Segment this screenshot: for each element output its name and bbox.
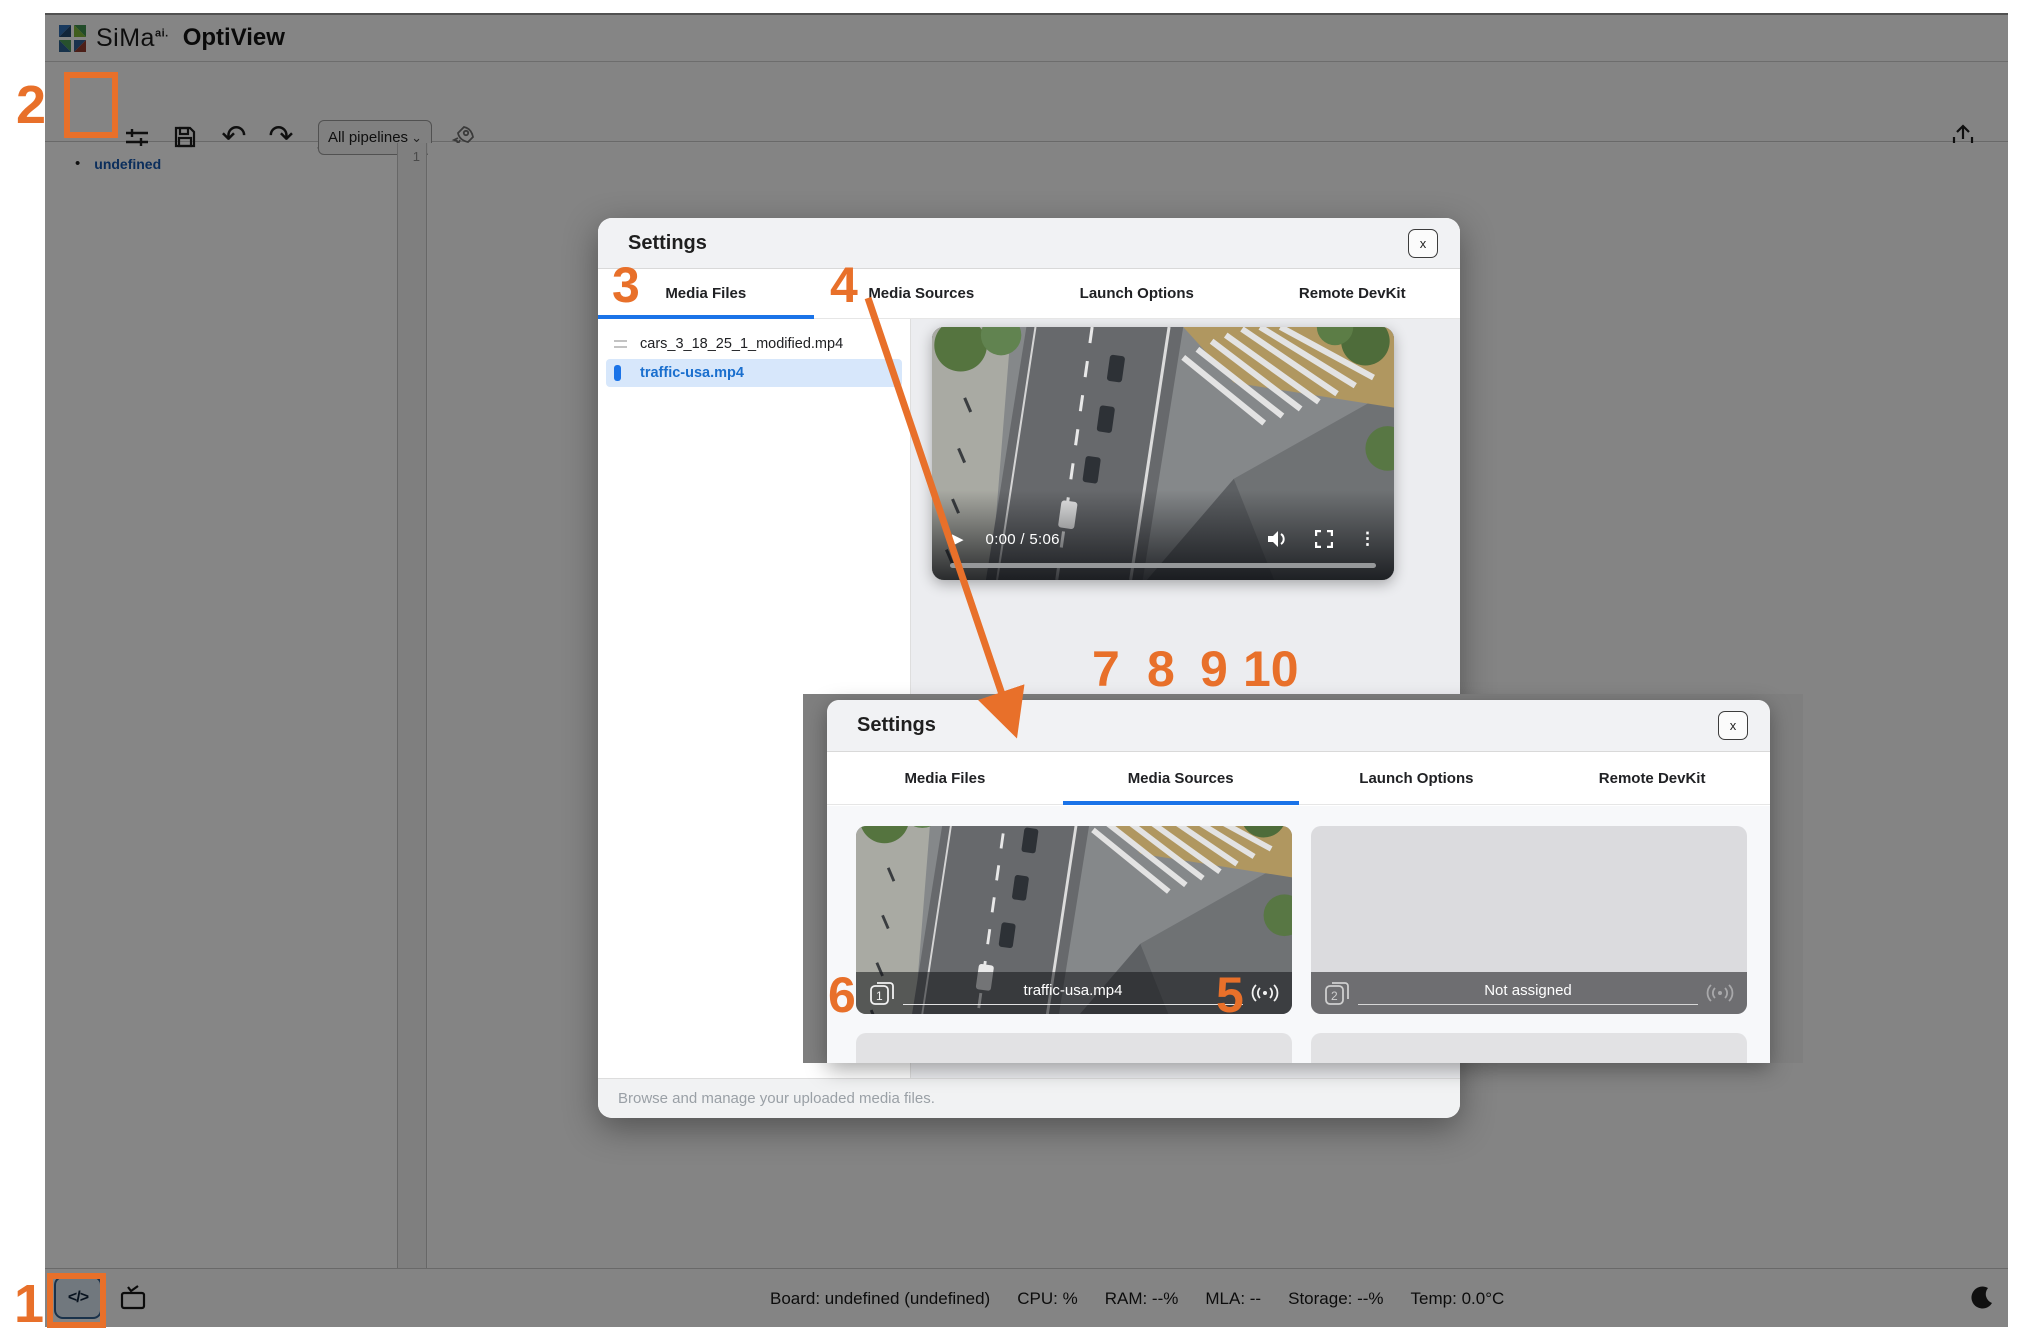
close-icon: x	[1420, 236, 1427, 251]
tab-launch-options[interactable]: Launch Options	[1299, 752, 1535, 804]
tab-remote-devkit[interactable]: Remote DevKit	[1245, 269, 1461, 318]
settings-dialog-media-sources-fragment: Settings x Media Files Media Sources Lau…	[803, 694, 1803, 1063]
dialog-tabs: Media Files Media Sources Launch Options…	[598, 269, 1460, 319]
close-icon: x	[1730, 718, 1737, 733]
annotation-number-10: 10	[1243, 644, 1299, 694]
tab-launch-options[interactable]: Launch Options	[1029, 269, 1245, 318]
close-button[interactable]: x	[1718, 711, 1748, 740]
settings-dialog-media-sources: Settings x Media Files Media Sources Lau…	[827, 700, 1770, 1063]
annotation-number-2: 2	[16, 78, 46, 132]
active-tab-underline	[1063, 801, 1299, 805]
annotation-number-1: 1	[14, 1277, 44, 1331]
annotation-number-7: 7	[1092, 644, 1120, 694]
close-button[interactable]: x	[1408, 229, 1438, 258]
dialog-header: Settings x	[598, 218, 1460, 269]
annotation-box-1	[47, 1273, 106, 1328]
source-card-3[interactable]	[856, 1033, 1292, 1063]
source-name-input[interactable]: traffic-usa.mp4	[1024, 982, 1123, 999]
tab-media-files[interactable]: Media Files	[827, 752, 1063, 804]
annotation-number-6: 6	[828, 970, 856, 1020]
broadcast-icon[interactable]	[1251, 983, 1279, 1003]
dialog-title: Settings	[628, 232, 707, 255]
dialog-footer: Browse and manage your uploaded media fi…	[598, 1078, 1460, 1118]
broadcast-icon[interactable]	[1706, 983, 1734, 1003]
source-name-underline	[1358, 1004, 1698, 1005]
player-controls: ▶ 0:00 / 5:06 ⋮	[932, 524, 1394, 554]
list-item-file-selected[interactable]: traffic-usa.mp4	[606, 359, 902, 387]
media-sources-grid: 1 traffic-usa.mp4	[827, 806, 1770, 1063]
dialog-header: Settings x	[827, 700, 1770, 752]
video-player[interactable]: ▶ 0:00 / 5:06 ⋮	[932, 327, 1394, 580]
source-card-4[interactable]	[1311, 1033, 1747, 1063]
source-index-icon: 2	[1324, 980, 1350, 1006]
source-card-bar: 2 Not assigned	[1311, 972, 1747, 1014]
annotation-box-2	[64, 72, 118, 138]
list-item-file[interactable]: cars_3_18_25_1_modified.mp4	[606, 330, 902, 358]
play-button[interactable]: ▶	[952, 530, 964, 548]
annotation-number-5: 5	[1216, 970, 1244, 1020]
source-card-2[interactable]: 2 Not assigned	[1311, 826, 1747, 1014]
dialog-title: Settings	[857, 714, 936, 737]
progress-bar[interactable]	[950, 563, 1376, 568]
annotation-number-9: 9	[1200, 644, 1228, 694]
dialog-footer-hint: Browse and manage your uploaded media fi…	[618, 1090, 935, 1107]
annotation-number-3: 3	[612, 260, 640, 310]
playback-time: 0:00 / 5:06	[986, 531, 1060, 548]
file-icon	[614, 340, 632, 348]
dialog-tabs: Media Files Media Sources Launch Options…	[827, 752, 1770, 805]
annotation-number-8: 8	[1147, 644, 1175, 694]
annotation-number-4: 4	[830, 260, 858, 310]
source-name-underline	[903, 1004, 1243, 1005]
more-options-icon[interactable]: ⋮	[1359, 529, 1376, 549]
source-name-input[interactable]: Not assigned	[1484, 982, 1572, 999]
fullscreen-icon[interactable]	[1315, 530, 1333, 548]
selected-file-icon	[614, 365, 632, 381]
volume-icon[interactable]	[1267, 530, 1289, 548]
source-index-icon: 1	[869, 980, 895, 1006]
tab-media-sources[interactable]: Media Sources	[1063, 752, 1299, 804]
tab-remote-devkit[interactable]: Remote DevKit	[1534, 752, 1770, 804]
